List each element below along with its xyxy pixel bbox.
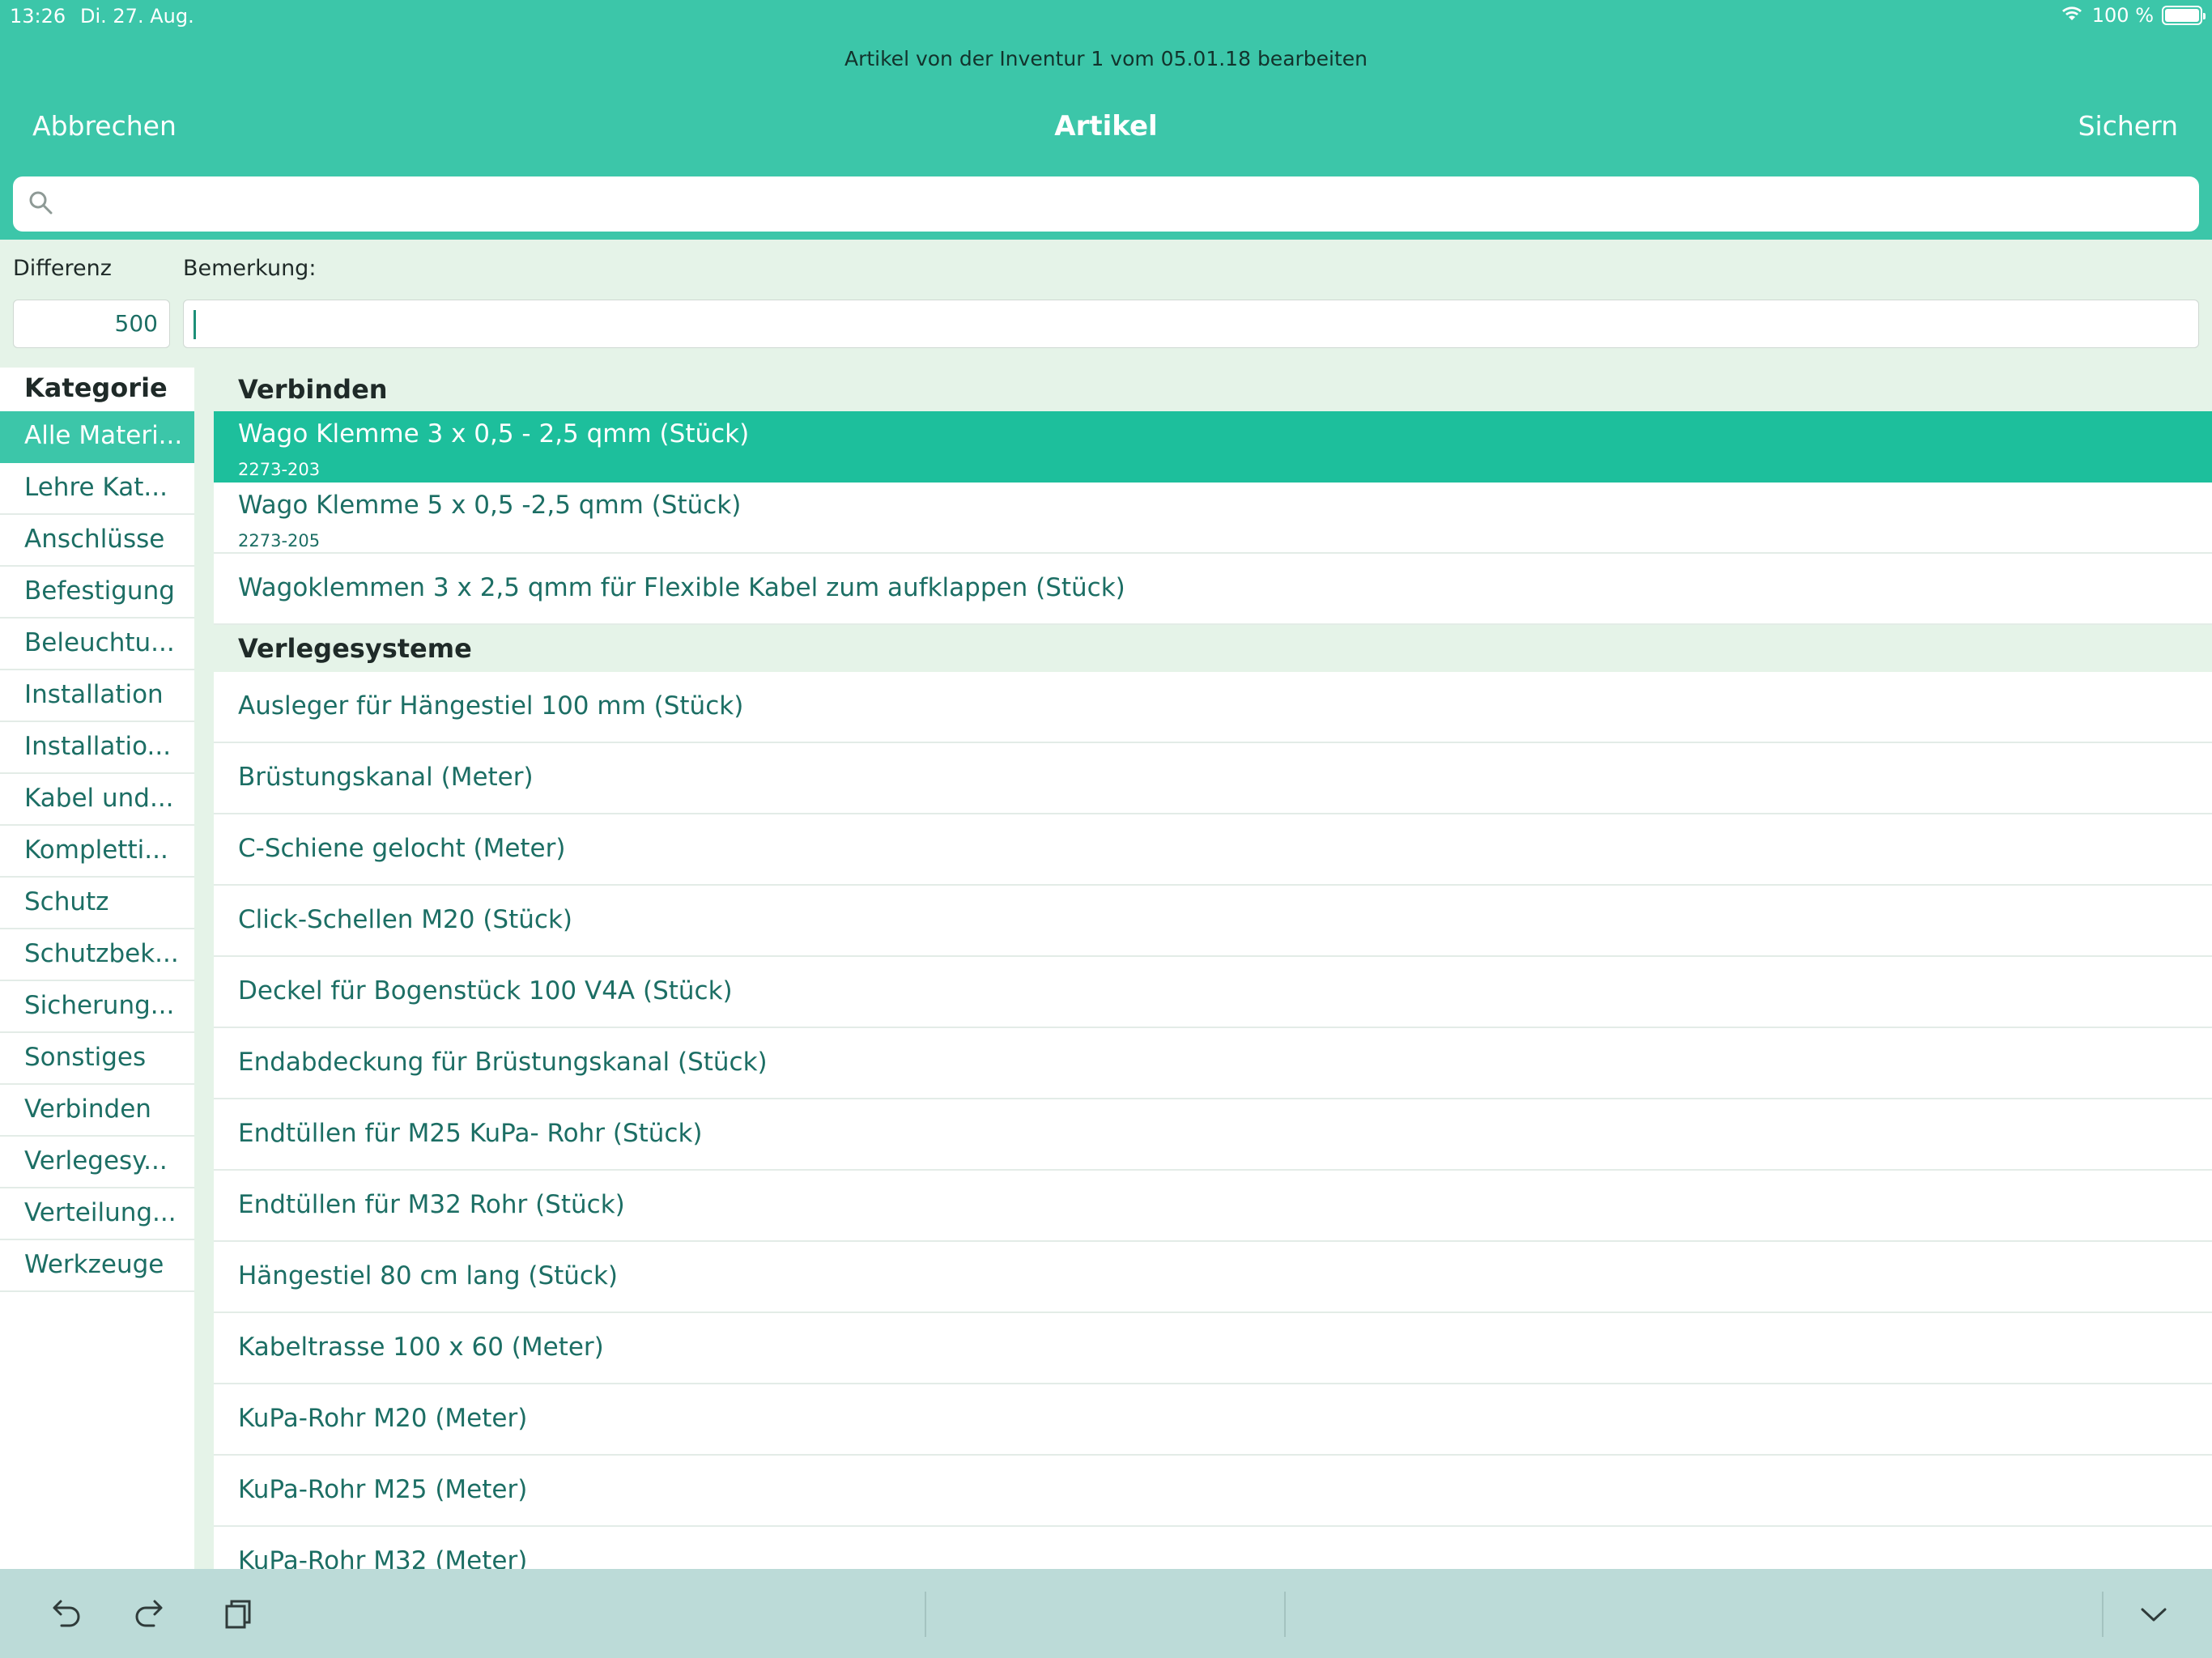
save-button[interactable]: Sichern	[2078, 110, 2178, 142]
section-header: Verbinden	[214, 368, 2212, 411]
category-item[interactable]: Alle Materi...	[0, 411, 194, 463]
toolbar-separator	[925, 1592, 926, 1637]
toolbar-separator	[1284, 1592, 1286, 1637]
article-title: Brüstungskanal (Meter)	[238, 763, 534, 792]
battery-percentage: 100 %	[2091, 4, 2154, 27]
search-input[interactable]	[65, 180, 2199, 228]
article-row[interactable]: Endabdeckung für Brüstungskanal (Stück)	[214, 1028, 2212, 1099]
difference-field[interactable]: 500	[13, 300, 170, 348]
wifi-icon	[2060, 3, 2084, 28]
article-row[interactable]: Hängestiel 80 cm lang (Stück)	[214, 1242, 2212, 1313]
category-item[interactable]: Schutzbek...	[0, 929, 194, 981]
text-cursor	[194, 310, 196, 339]
difference-label: Differenz	[13, 256, 112, 281]
article-row[interactable]: Deckel für Bogenstück 100 V4A (Stück)	[214, 957, 2212, 1028]
sidebar-divider	[194, 368, 214, 1569]
article-row[interactable]: KuPa-Rohr M25 (Meter)	[214, 1456, 2212, 1527]
article-title: KuPa-Rohr M20 (Meter)	[238, 1404, 528, 1433]
page-title: Artikel	[1054, 110, 1158, 142]
cancel-button[interactable]: Abbrechen	[32, 110, 177, 142]
article-title: Wagoklemmen 3 x 2,5 qmm für Flexible Kab…	[238, 573, 1125, 602]
paste-icon[interactable]	[217, 1593, 259, 1635]
chevron-down-icon[interactable]	[2133, 1593, 2175, 1635]
article-row[interactable]: Ausleger für Hängestiel 100 mm (Stück)	[214, 672, 2212, 743]
category-item[interactable]: Verteilung...	[0, 1188, 194, 1240]
article-title: Wago Klemme 5 x 0,5 -2,5 qmm (Stück)	[238, 491, 742, 520]
article-number: 2273-203	[238, 460, 321, 479]
search-field[interactable]	[13, 176, 2199, 232]
article-title: Deckel für Bogenstück 100 V4A (Stück)	[238, 976, 733, 1005]
status-date: Di. 27. Aug.	[80, 5, 194, 28]
category-item[interactable]: Lehre Kat...	[0, 463, 194, 515]
category-item[interactable]: Verlegesy...	[0, 1137, 194, 1188]
article-title: Click-Schellen M20 (Stück)	[238, 905, 573, 934]
category-list: Alle Materi... Lehre Kat... Anschlüsse Befe…	[0, 411, 194, 1292]
article-row[interactable]: Brüstungskanal (Meter)	[214, 743, 2212, 814]
category-item[interactable]: Sicherung...	[0, 981, 194, 1033]
category-sidebar: Kategorie Alle Materi... Lehre Kat... Ansc…	[0, 368, 194, 1569]
toolbar-separator	[2102, 1592, 2104, 1637]
article-list[interactable]: Verbinden Wago Klemme 3 x 0,5 - 2,5 qmm (…	[214, 368, 2212, 1569]
category-item[interactable]: Beleuchtu...	[0, 619, 194, 670]
article-row[interactable]: Kabeltrasse 100 x 60 (Meter)	[214, 1313, 2212, 1384]
category-item[interactable]: Sonstiges	[0, 1033, 194, 1085]
category-item[interactable]: Befestigung	[0, 567, 194, 619]
article-title: Hängestiel 80 cm lang (Stück)	[238, 1261, 619, 1290]
category-item[interactable]: Werkzeuge	[0, 1240, 194, 1292]
page-subtitle: Artikel von der Inventur 1 vom 05.01.18 …	[844, 47, 1368, 70]
article-title: Endtüllen für M32 Rohr (Stück)	[238, 1190, 625, 1219]
category-item[interactable]: Schutz	[0, 878, 194, 929]
article-title: Wago Klemme 3 x 0,5 - 2,5 qmm (Stück)	[238, 419, 750, 449]
article-title: C-Schiene gelocht (Meter)	[238, 834, 566, 863]
article-title: KuPa-Rohr M25 (Meter)	[238, 1475, 528, 1504]
section-header: Verlegesysteme	[214, 625, 2212, 672]
undo-icon[interactable]	[44, 1593, 86, 1635]
status-time: 13:26	[10, 5, 66, 28]
article-title: Kabeltrasse 100 x 60 (Meter)	[238, 1333, 604, 1362]
article-form: Differenz Bemerkung: 500	[0, 240, 2212, 368]
search-bar	[0, 168, 2212, 240]
article-row[interactable]: KuPa-Rohr M20 (Meter)	[214, 1384, 2212, 1456]
article-title: KuPa-Rohr M32 (Meter)	[238, 1546, 528, 1569]
keyboard-toolbar	[0, 1569, 2212, 1658]
article-row[interactable]: Wago Klemme 3 x 0,5 - 2,5 qmm (Stück) 227…	[214, 411, 2212, 483]
category-header: Kategorie	[24, 372, 168, 403]
article-row[interactable]: Wagoklemmen 3 x 2,5 qmm für Flexible Kab…	[214, 554, 2212, 625]
article-row[interactable]: Click-Schellen M20 (Stück)	[214, 886, 2212, 957]
article-title: Endabdeckung für Brüstungskanal (Stück)	[238, 1048, 768, 1077]
article-title: Endtüllen für M25 KuPa- Rohr (Stück)	[238, 1119, 703, 1148]
status-indicators: 100 %	[2060, 3, 2206, 28]
navigation-header: 13:26 Di. 27. Aug. 100 % Artikel von der…	[0, 0, 2212, 168]
article-row[interactable]: Wago Klemme 5 x 0,5 -2,5 qmm (Stück) 2273…	[214, 483, 2212, 554]
category-item[interactable]: Kabel und...	[0, 774, 194, 826]
article-number: 2273-205	[238, 531, 321, 551]
search-icon	[26, 188, 55, 220]
article-title: Ausleger für Hängestiel 100 mm (Stück)	[238, 691, 744, 721]
remark-label: Bemerkung:	[183, 256, 317, 281]
article-row[interactable]: KuPa-Rohr M32 (Meter)	[214, 1527, 2212, 1569]
article-row[interactable]: Endtüllen für M25 KuPa- Rohr (Stück)	[214, 1099, 2212, 1171]
category-item[interactable]: Installatio...	[0, 722, 194, 774]
article-row[interactable]: Endtüllen für M32 Rohr (Stück)	[214, 1171, 2212, 1242]
category-item[interactable]: Kompletti...	[0, 826, 194, 878]
redo-icon[interactable]	[130, 1593, 172, 1635]
battery-icon	[2162, 6, 2206, 25]
article-row[interactable]: C-Schiene gelocht (Meter)	[214, 814, 2212, 886]
category-item[interactable]: Verbinden	[0, 1085, 194, 1137]
category-item[interactable]: Anschlüsse	[0, 515, 194, 567]
remark-field[interactable]	[183, 300, 2199, 348]
category-item[interactable]: Installation	[0, 670, 194, 722]
